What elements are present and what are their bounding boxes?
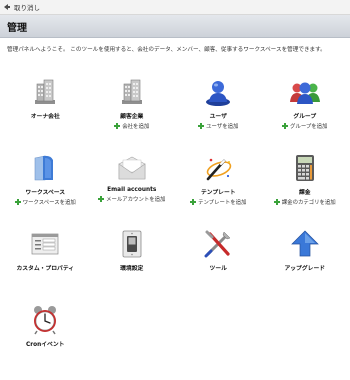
tile-billing[interactable]: 課金 課金のカテゴリを追加 (262, 152, 349, 228)
tile-title: ユーザ (209, 114, 227, 120)
add-email-account-link[interactable]: メールアカウントを追加 (98, 195, 165, 203)
plus-icon (98, 196, 105, 202)
tile-cron-events[interactable]: Cronイベント (2, 304, 89, 380)
add-template-link[interactable]: テンプレートを追加 (190, 198, 246, 206)
plus-icon (114, 123, 121, 129)
user-icon (202, 76, 234, 108)
tile-title: ワークスペース (25, 190, 66, 196)
add-label: ユーザを追加 (206, 124, 239, 130)
undo-label: 取り消し (14, 4, 40, 12)
add-billing-category-link[interactable]: 課金のカテゴリを追加 (273, 198, 336, 206)
tile-title: Cronイベント (26, 342, 65, 348)
tile-title: 環境設定 (120, 266, 144, 272)
intro-text: 管理パネルへようこそ。 このツールを使用すると、会社のデータ、メンバー、顧客、従… (7, 47, 326, 53)
tile-groups[interactable]: グループ グループを追加 (262, 76, 349, 152)
building-icon (29, 76, 61, 108)
form-icon (29, 228, 61, 260)
tile-owner-company[interactable]: オーナ会社 (2, 76, 89, 152)
tile-title: グループ (293, 114, 317, 120)
building-icon (116, 76, 148, 108)
tile-title: オーナ会社 (30, 114, 60, 120)
back-arrow-icon (4, 4, 10, 10)
tile-email-accounts[interactable]: Email accounts メールアカウントを追加 (89, 152, 176, 228)
admin-tiles-grid: オーナ会社 顧客企業 会社を追加 ユーザ ユーザを追加 グループ グループを追加… (2, 76, 348, 380)
upgrade-arrow-icon (289, 228, 321, 260)
plus-icon (198, 123, 205, 129)
envelope-icon (116, 152, 148, 184)
alarm-clock-icon (29, 304, 61, 336)
plus-icon (190, 199, 197, 205)
tile-users[interactable]: ユーザ ユーザを追加 (175, 76, 262, 152)
tile-tools[interactable]: ツール (175, 228, 262, 304)
undo-button[interactable]: 取り消し (3, 2, 40, 12)
tile-configuration[interactable]: 環境設定 (89, 228, 176, 304)
tile-title: ツール (209, 266, 227, 272)
plus-icon (273, 199, 280, 205)
tile-title: 課金 (298, 190, 311, 196)
tile-custom-properties[interactable]: カスタム・プロパティ (2, 228, 89, 304)
page-header: 管理 (0, 15, 350, 38)
top-toolbar: 取り消し (0, 0, 350, 15)
add-label: メールアカウントを追加 (106, 197, 166, 203)
tile-title: 顧客企業 (120, 114, 144, 120)
tile-client-companies[interactable]: 顧客企業 会社を追加 (89, 76, 176, 152)
tools-icon (202, 228, 234, 260)
tile-upgrade[interactable]: アップグレード (262, 228, 349, 304)
add-company-link[interactable]: 会社を追加 (114, 122, 149, 130)
tile-workspaces[interactable]: ワークスペース ワークスペースを追加 (2, 152, 89, 228)
add-label: ワークスペースを追加 (22, 200, 76, 206)
magic-wand-icon (202, 152, 234, 184)
calculator-icon (289, 152, 321, 184)
add-group-link[interactable]: グループを追加 (282, 122, 327, 130)
switch-icon (116, 228, 148, 260)
add-label: テンプレートを追加 (198, 200, 247, 206)
group-icon (289, 76, 321, 108)
add-label: グループを追加 (290, 124, 328, 130)
tile-title: アップグレード (284, 266, 326, 272)
add-label: 会社を追加 (122, 124, 150, 130)
tile-title: カスタム・プロパティ (16, 266, 75, 272)
folder-icon (29, 152, 61, 184)
add-user-link[interactable]: ユーザを追加 (198, 122, 238, 130)
add-workspace-link[interactable]: ワークスペースを追加 (14, 198, 76, 206)
add-label: 課金のカテゴリを追加 (281, 200, 336, 206)
tile-templates[interactable]: テンプレート テンプレートを追加 (175, 152, 262, 228)
plus-icon (14, 199, 21, 205)
plus-icon (282, 123, 289, 129)
page-title: 管理 (7, 22, 27, 34)
tile-title: テンプレート (200, 190, 236, 196)
tile-title: Email accounts (107, 187, 157, 193)
